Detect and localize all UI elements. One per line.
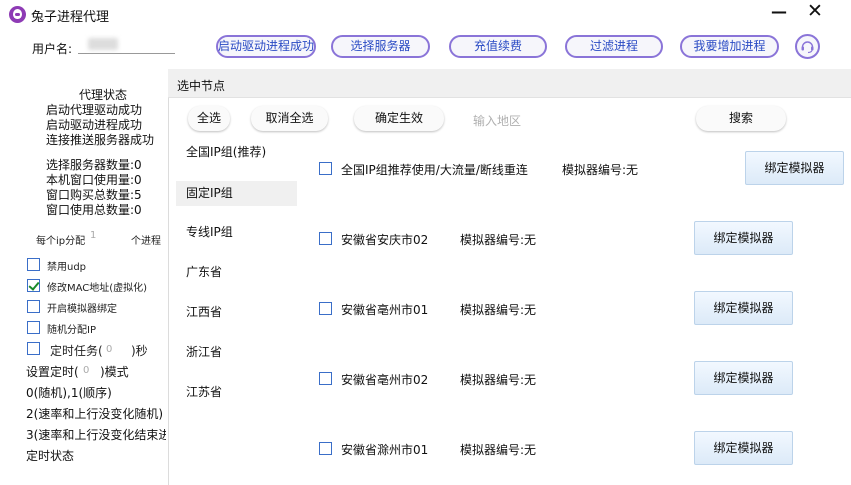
timer-mode-unit: )模式	[100, 365, 129, 379]
node-emulator-id: 模拟器编号:无	[562, 163, 639, 177]
node-checkbox[interactable]	[319, 302, 332, 315]
bind-emulator-button[interactable]: 绑定模拟器	[694, 431, 793, 465]
node-name: 安徽省亳州市02	[341, 373, 429, 387]
random-ip-label: 随机分配IP	[47, 325, 96, 336]
add-process-button[interactable]: 我要增加进程	[680, 35, 779, 58]
node-emulator-id: 模拟器编号:无	[460, 443, 537, 457]
group-item-dedicated[interactable]: 专线IP组	[176, 220, 297, 245]
bind-emulator-button[interactable]: 绑定模拟器	[694, 221, 793, 255]
timer-state-label: 定时状态	[26, 449, 75, 463]
status-line: 连接推送服务器成功	[46, 133, 155, 147]
timer-seconds-input[interactable]: 0	[106, 344, 112, 355]
stat-line: 窗口使用总数量:0	[46, 203, 142, 217]
deselect-all-button[interactable]: 取消全选	[251, 106, 328, 131]
timer-hint: 0(随机),1(顺序)	[26, 386, 112, 400]
minimize-button[interactable]: —	[771, 2, 787, 21]
timer-mode-input[interactable]: 0	[83, 365, 89, 376]
ip-alloc-label: 每个ip分配	[36, 236, 86, 247]
group-item-national[interactable]: 全国IP组(推荐)	[176, 140, 297, 165]
modify-mac-label: 修改MAC地址(虚拟化)	[47, 283, 148, 294]
group-item-zhejiang[interactable]: 浙江省	[176, 340, 297, 365]
bind-emulator-button[interactable]: 绑定模拟器	[745, 151, 844, 185]
node-dialog-title: 选中节点	[177, 79, 226, 93]
select-server-button[interactable]: 选择服务器	[331, 35, 430, 58]
node-checkbox[interactable]	[319, 232, 332, 245]
apply-button[interactable]: 确定生效	[354, 106, 444, 131]
group-item-jiangsu[interactable]: 江苏省	[176, 380, 297, 405]
modify-mac-checkbox[interactable]	[27, 279, 40, 292]
node-checkbox[interactable]	[319, 442, 332, 455]
group-item-jiangxi[interactable]: 江西省	[176, 300, 297, 325]
node-checkbox[interactable]	[319, 162, 332, 175]
support-button[interactable]	[795, 34, 820, 59]
emulator-bind-checkbox[interactable]	[27, 300, 40, 313]
timer-mode-label: 设置定时(	[26, 365, 79, 379]
node-checkbox[interactable]	[319, 372, 332, 385]
node-name: 安徽省安庆市02	[341, 233, 429, 247]
rabbit-logo-icon	[9, 6, 26, 23]
node-name: 安徽省亳州市01	[341, 303, 429, 317]
bind-emulator-button[interactable]: 绑定模拟器	[694, 291, 793, 325]
region-input[interactable]: 输入地区	[473, 112, 521, 129]
select-all-button[interactable]: 全选	[188, 106, 230, 131]
bind-emulator-button[interactable]: 绑定模拟器	[694, 361, 793, 395]
node-dialog-header	[168, 69, 851, 98]
username-field	[78, 36, 175, 54]
recharge-button[interactable]: 充值续费	[449, 35, 547, 58]
emulator-bind-label: 开启模拟器绑定	[47, 304, 117, 315]
node-emulator-id: 模拟器编号:无	[460, 303, 537, 317]
node-name: 安徽省滁州市01	[341, 443, 429, 457]
disable-udp-label: 禁用udp	[47, 262, 87, 273]
username-redacted	[88, 38, 118, 50]
headset-icon	[801, 41, 814, 54]
ip-alloc-input[interactable]: 1	[87, 230, 127, 245]
driver-status-button[interactable]: 启动驱动进程成功	[216, 35, 316, 58]
disable-udp-checkbox[interactable]	[27, 258, 40, 271]
node-emulator-id: 模拟器编号:无	[460, 233, 537, 247]
search-button[interactable]: 搜索	[696, 106, 786, 131]
timer-task-label: 定时任务(	[50, 344, 103, 358]
random-ip-checkbox[interactable]	[27, 321, 40, 334]
close-button[interactable]: ✕	[807, 0, 823, 22]
window-title: 兔子进程代理	[31, 10, 110, 25]
timer-hint: 3(速率和上行没变化结束进	[26, 428, 166, 442]
node-name: 全国IP组推荐使用/大流量/断线重连	[341, 163, 528, 177]
title-bar: 兔子进程代理 — ✕	[0, 0, 851, 30]
node-emulator-id: 模拟器编号:无	[460, 373, 537, 387]
timer-seconds-unit: )秒	[131, 344, 148, 358]
timer-task-checkbox[interactable]	[27, 342, 40, 355]
group-item-fixed[interactable]: 固定IP组	[176, 181, 297, 206]
ip-alloc-suffix: 个进程	[131, 236, 161, 247]
group-item-guangdong[interactable]: 广东省	[176, 260, 297, 285]
timer-hint: 2(速率和上行没变化随机)	[26, 407, 163, 421]
filter-process-button[interactable]: 过滤进程	[565, 35, 663, 58]
username-label: 用户名:	[32, 42, 73, 56]
